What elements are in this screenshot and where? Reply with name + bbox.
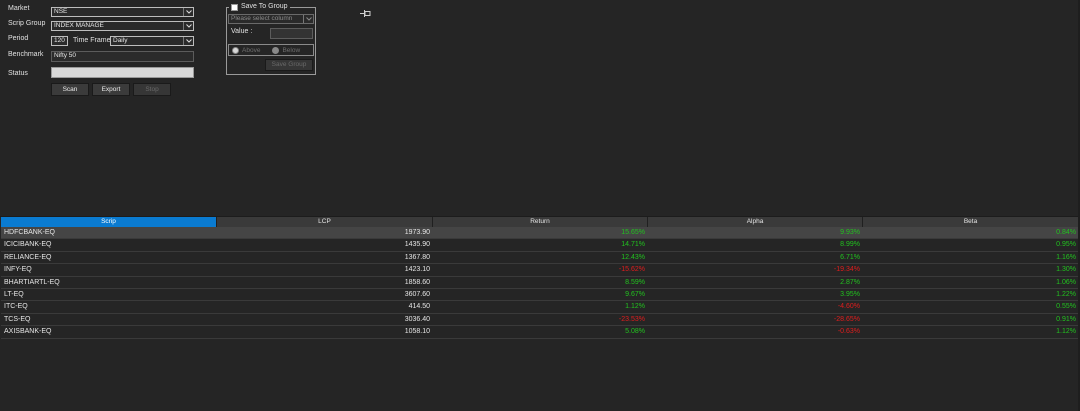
results-grid: Scrip LCP Return Alpha Beta HDFCBANK-EQ 1… bbox=[1, 217, 1079, 339]
alpha-cell: -19.34% bbox=[833, 266, 860, 274]
beta-cell: 1.22% bbox=[1056, 290, 1076, 298]
beta-cell: 1.16% bbox=[1056, 253, 1076, 261]
table-row[interactable]: TCS-EQ 3036.40 -23.53% -28.65% 0.91% bbox=[1, 314, 1079, 327]
scrip-cell: ITC-EQ bbox=[4, 303, 28, 311]
return-cell: 15.65% bbox=[621, 229, 645, 236]
alpha-cell: 2.87% bbox=[840, 278, 860, 286]
beta-cell: 1.30% bbox=[1056, 266, 1076, 274]
column-header-lcp[interactable]: LCP bbox=[217, 217, 433, 227]
export-button[interactable]: Export bbox=[92, 83, 130, 96]
benchmark-label: Benchmark bbox=[8, 51, 44, 58]
beta-cell: 0.91% bbox=[1056, 315, 1076, 323]
scrip-cell: ICICIBANK-EQ bbox=[4, 241, 52, 249]
chevron-down-icon[interactable] bbox=[303, 15, 313, 23]
above-radio[interactable] bbox=[232, 46, 239, 54]
lcp-cell: 1367.80 bbox=[404, 253, 430, 261]
market-value: NSE bbox=[54, 8, 68, 15]
return-cell: 1.12% bbox=[625, 303, 645, 311]
chevron-down-icon[interactable] bbox=[183, 8, 193, 16]
time-frame-value: Daily bbox=[113, 37, 128, 44]
beta-cell: 0.95% bbox=[1056, 241, 1076, 249]
value-label: Value : bbox=[231, 28, 253, 35]
lcp-cell: 1423.10 bbox=[404, 266, 430, 274]
column-header-beta[interactable]: Beta bbox=[863, 217, 1079, 227]
return-cell: 8.59% bbox=[625, 278, 645, 286]
table-row[interactable]: BHARTIARTL-EQ 1858.60 8.59% 2.87% 1.06% bbox=[1, 277, 1079, 289]
column-header-return[interactable]: Return bbox=[433, 217, 648, 227]
alpha-cell: 6.71% bbox=[840, 253, 860, 261]
pin-icon[interactable] bbox=[360, 9, 371, 20]
alpha-cell: -28.65% bbox=[833, 315, 860, 323]
lcp-cell: 1973.90 bbox=[404, 229, 430, 236]
scrip-group-label: Scrip Group bbox=[8, 20, 46, 27]
chevron-down-icon[interactable] bbox=[183, 37, 193, 45]
above-below-group: Above Below bbox=[228, 44, 314, 56]
lcp-cell: 1858.60 bbox=[404, 278, 430, 286]
table-row[interactable]: HDFCBANK-EQ 1973.90 15.65% 9.93% 0.84% bbox=[1, 227, 1079, 240]
lcp-cell: 3036.40 bbox=[404, 315, 430, 323]
column-placeholder: Please select column bbox=[231, 15, 293, 22]
lcp-cell: 414.50 bbox=[408, 303, 430, 311]
table-row[interactable]: AXISBANK-EQ 1058.10 5.08% -0.63% 1.12% bbox=[1, 326, 1079, 339]
table-row[interactable]: ICICIBANK-EQ 1435.90 14.71% 8.99% 0.95% bbox=[1, 239, 1079, 252]
time-frame-label: Time Frame bbox=[73, 37, 111, 44]
alpha-cell: 8.99% bbox=[840, 241, 860, 249]
save-group-button[interactable]: Save Group bbox=[265, 59, 313, 71]
scrip-cell: INFY-EQ bbox=[4, 266, 32, 274]
return-cell: 12.43% bbox=[621, 253, 645, 261]
scrip-cell: TCS-EQ bbox=[4, 315, 31, 323]
benchmark-input[interactable]: Nifty 50 bbox=[51, 51, 194, 62]
alpha-cell: -4.60% bbox=[837, 303, 860, 311]
status-label: Status bbox=[8, 70, 28, 77]
scrip-cell: AXISBANK-EQ bbox=[4, 328, 52, 336]
save-to-group-title: Save To Group bbox=[241, 3, 288, 10]
market-select[interactable]: NSE bbox=[51, 7, 194, 17]
period-input[interactable]: 120 bbox=[51, 36, 68, 46]
below-radio[interactable] bbox=[272, 46, 280, 54]
scrip-cell: BHARTIARTL-EQ bbox=[4, 278, 60, 286]
alpha-cell: -0.63% bbox=[837, 328, 860, 336]
return-cell: -23.53% bbox=[618, 315, 645, 323]
scan-button[interactable]: Scan bbox=[51, 83, 89, 96]
column-header-alpha[interactable]: Alpha bbox=[648, 217, 863, 227]
scrip-cell: HDFCBANK-EQ bbox=[4, 229, 55, 236]
return-cell: 9.67% bbox=[625, 290, 645, 298]
above-label: Above bbox=[242, 46, 261, 54]
scrip-cell: LT-EQ bbox=[4, 290, 24, 298]
period-label: Period bbox=[8, 35, 29, 42]
beta-cell: 1.06% bbox=[1056, 278, 1076, 286]
lcp-cell: 1435.90 bbox=[404, 241, 430, 249]
column-select[interactable]: Please select column bbox=[228, 14, 314, 24]
value-input[interactable] bbox=[270, 28, 313, 39]
beta-cell: 0.55% bbox=[1056, 303, 1076, 311]
scrip-group-value: INDEX MANAGE bbox=[54, 22, 104, 29]
save-to-group-checkbox[interactable] bbox=[231, 3, 238, 11]
chevron-down-icon[interactable] bbox=[183, 22, 193, 30]
return-cell: -15.62% bbox=[618, 266, 645, 274]
grid-header: Scrip LCP Return Alpha Beta bbox=[1, 217, 1079, 227]
lcp-cell: 1058.10 bbox=[404, 328, 430, 336]
beta-cell: 1.12% bbox=[1056, 328, 1076, 336]
column-header-scrip[interactable]: Scrip bbox=[1, 217, 217, 227]
market-label: Market bbox=[8, 5, 30, 12]
stop-button[interactable]: Stop bbox=[133, 83, 171, 96]
lcp-cell: 3607.60 bbox=[404, 290, 430, 298]
beta-cell: 0.84% bbox=[1056, 229, 1076, 236]
table-row[interactable]: ITC-EQ 414.50 1.12% -4.60% 0.55% bbox=[1, 301, 1079, 314]
scrip-group-select[interactable]: INDEX MANAGE bbox=[51, 21, 194, 31]
table-row[interactable]: RELIANCE-EQ 1367.80 12.43% 6.71% 1.16% bbox=[1, 252, 1079, 265]
save-to-group-header[interactable]: Save To Group bbox=[229, 2, 290, 12]
alpha-cell: 3.95% bbox=[840, 290, 860, 298]
return-cell: 14.71% bbox=[621, 241, 645, 249]
alpha-cell: 9.93% bbox=[840, 229, 860, 236]
table-row[interactable]: LT-EQ 3607.60 9.67% 3.95% 1.22% bbox=[1, 289, 1079, 302]
scrip-cell: RELIANCE-EQ bbox=[4, 253, 52, 261]
below-label: Below bbox=[282, 46, 301, 54]
return-cell: 5.08% bbox=[625, 328, 645, 336]
grid-body: HDFCBANK-EQ 1973.90 15.65% 9.93% 0.84% ICICIB… bbox=[1, 227, 1079, 339]
time-frame-select[interactable]: Daily bbox=[110, 36, 194, 46]
status-field bbox=[51, 67, 194, 78]
table-row[interactable]: INFY-EQ 1423.10 -15.62% -19.34% 1.30% bbox=[1, 264, 1079, 277]
